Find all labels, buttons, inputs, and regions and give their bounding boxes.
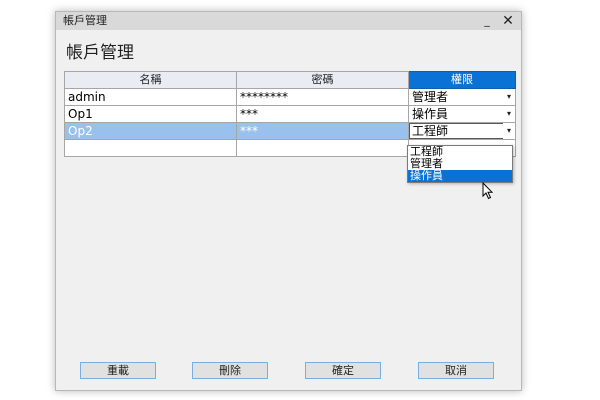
cell-name[interactable] xyxy=(64,139,237,157)
role-dropdown-list: 工程師 管理者 操作員 xyxy=(407,145,513,183)
column-header-password[interactable]: 密碼 xyxy=(236,71,409,89)
account-dialog: 帳戶管理 _ ✕ 帳戶管理 名稱 密碼 權限 admin ******** 管理… xyxy=(55,11,522,391)
cell-password[interactable] xyxy=(236,139,409,157)
role-combo-value: 管理者 xyxy=(412,90,449,104)
chevron-down-icon[interactable]: ▾ xyxy=(503,106,515,122)
reload-button[interactable]: 重載 xyxy=(80,362,156,379)
page-title: 帳戶管理 xyxy=(66,43,134,63)
minimize-icon[interactable]: _ xyxy=(478,12,496,30)
window-title: 帳戶管理 xyxy=(63,14,107,27)
role-combo[interactable]: 管理者 ▾ xyxy=(408,88,516,106)
dropdown-option-operator[interactable]: 操作員 xyxy=(408,170,512,182)
role-combo-value: 操作員 xyxy=(412,107,449,121)
cell-password[interactable]: *** xyxy=(236,122,409,140)
cell-password[interactable]: *** xyxy=(236,105,409,123)
close-icon[interactable]: ✕ xyxy=(499,12,517,30)
chevron-down-icon[interactable]: ▾ xyxy=(503,123,515,139)
delete-button[interactable]: 刪除 xyxy=(192,362,268,379)
cell-name[interactable]: admin xyxy=(64,88,237,106)
role-combo-open[interactable]: 工程師 ▾ xyxy=(408,122,516,140)
column-header-role[interactable]: 權限 xyxy=(408,71,516,89)
mouse-cursor-icon xyxy=(482,182,494,200)
title-bar[interactable]: 帳戶管理 _ ✕ xyxy=(56,12,521,30)
cell-name[interactable]: Op2 xyxy=(64,122,237,140)
chevron-down-icon[interactable]: ▾ xyxy=(503,89,515,105)
cell-password[interactable]: ******** xyxy=(236,88,409,106)
column-header-name[interactable]: 名稱 xyxy=(64,71,237,89)
role-combo-value: 工程師 xyxy=(412,124,449,138)
table-row-selected[interactable]: Op2 *** 工程師 ▾ xyxy=(64,122,516,140)
table-row[interactable]: admin ******** 管理者 ▾ xyxy=(64,88,516,106)
role-combo[interactable]: 操作員 ▾ xyxy=(408,105,516,123)
confirm-button[interactable]: 確定 xyxy=(305,362,381,379)
table-row[interactable]: Op1 *** 操作員 ▾ xyxy=(64,105,516,123)
table-header: 名稱 密碼 權限 xyxy=(64,71,516,89)
cancel-button[interactable]: 取消 xyxy=(418,362,494,379)
cell-name[interactable]: Op1 xyxy=(64,105,237,123)
